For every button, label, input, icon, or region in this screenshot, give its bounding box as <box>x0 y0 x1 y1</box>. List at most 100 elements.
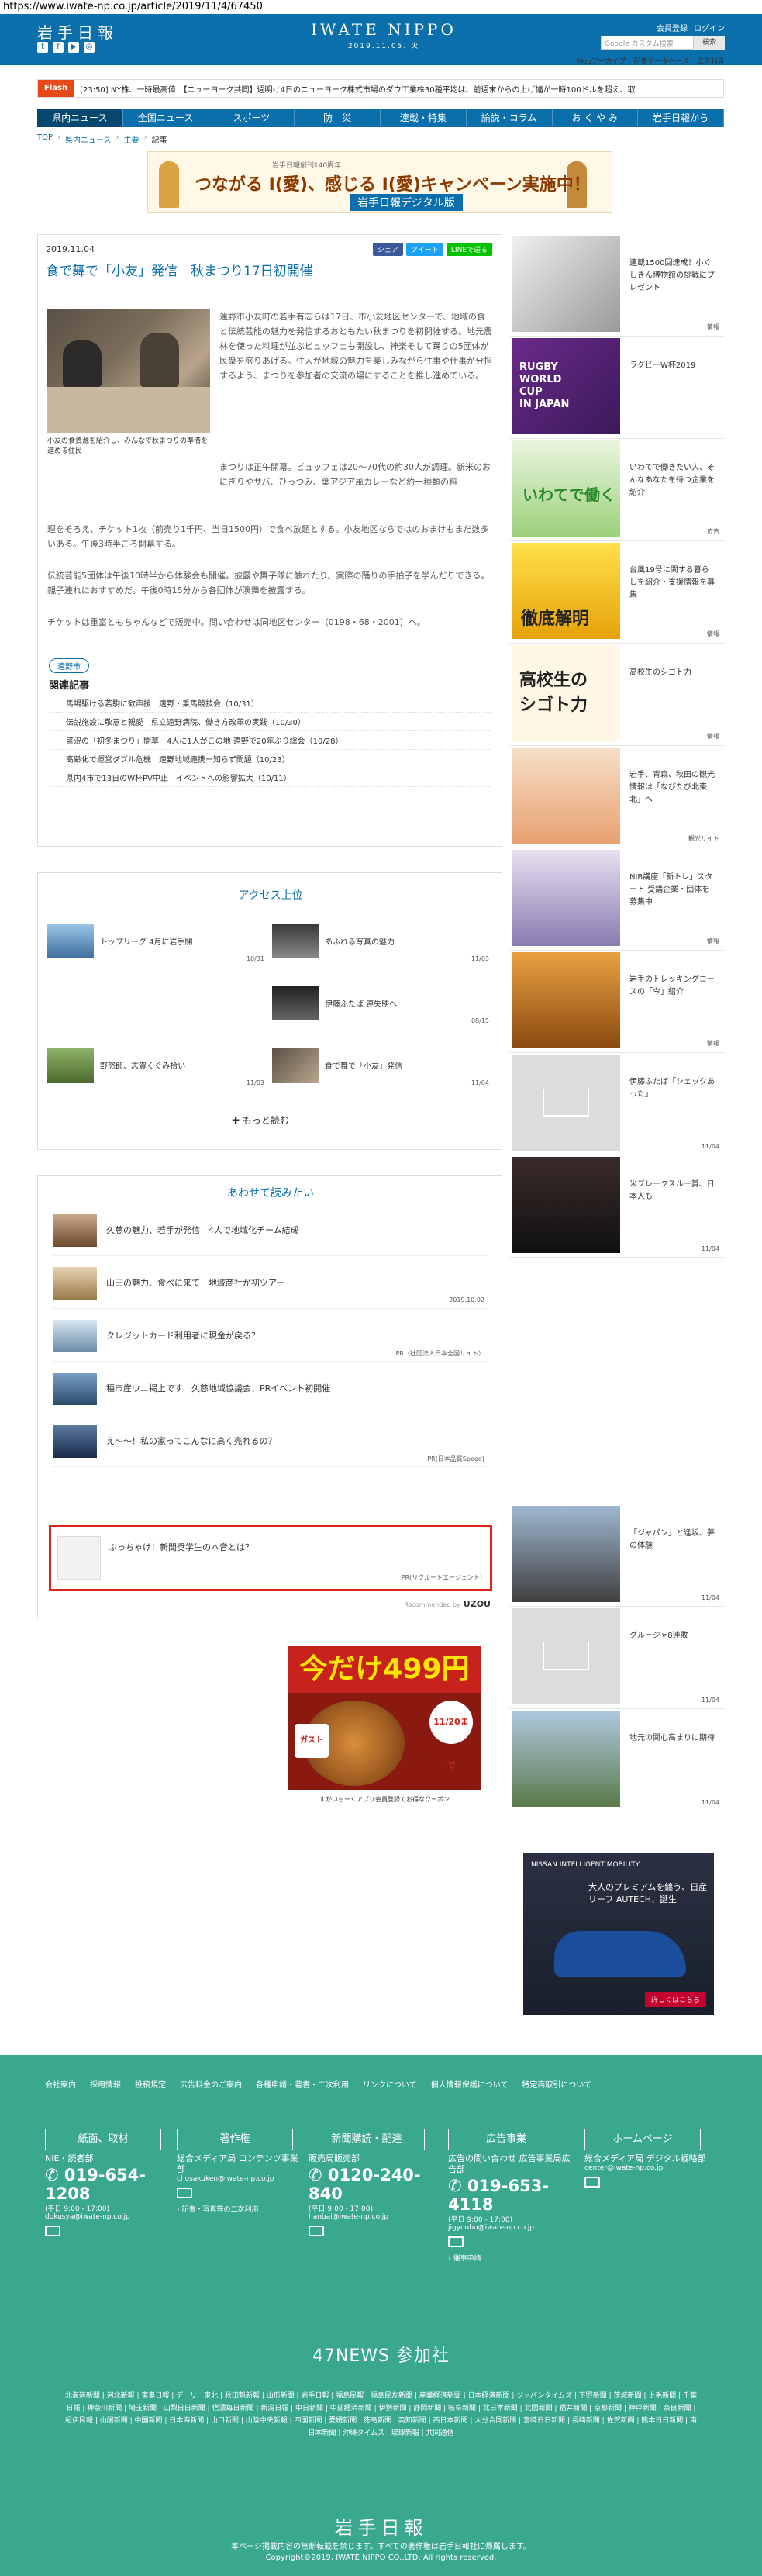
sidebar-item[interactable]: グルージャ8連敗 11/04 <box>510 1607 724 1709</box>
campaign-banner[interactable]: 岩手日報創刊140周年 つながる I(愛)、感じる I(愛)キャンペーン実施中！… <box>147 151 612 213</box>
related-item[interactable]: 馬場駆ける若駒に歓声援 遠野・乗馬競技会（10/31） <box>49 694 491 713</box>
footer-link[interactable]: 会社案内 <box>45 2078 76 2090</box>
site-logo[interactable]: 岩手日報 <box>37 20 118 43</box>
ranking-item-date: 11/03 <box>471 955 489 962</box>
mail-icon[interactable] <box>45 2226 60 2236</box>
sidebar-item-tag: 11/04 <box>701 1594 719 1601</box>
mail-icon[interactable] <box>448 2236 464 2247</box>
line-share-button[interactable]: LINEで送る <box>446 243 492 256</box>
gusto-ad[interactable]: 今だけ499円 ガスト 11/20まで すかいらーくアプリ会員登録でお得なクーポ… <box>288 1646 481 1809</box>
flash-text[interactable]: [23:50] NY株、一時最高値 【ニューヨーク共同】週明け4日のニューヨーク… <box>74 83 636 95</box>
sidebar-item[interactable]: いわてで働く いわてで働きたい人、そんなあなたを待つ企業を紹介 広告 <box>510 439 724 541</box>
mail-icon[interactable] <box>177 2188 192 2198</box>
footer-link[interactable]: 広告料金のご案内 <box>180 2078 242 2090</box>
article-photo[interactable] <box>47 309 210 433</box>
recommend-item[interactable]: 久慈の魅力、若手が発信 4人で地域化チーム結成 <box>53 1210 488 1256</box>
nissan-details-button[interactable]: 詳しくはこちら <box>644 1992 706 2007</box>
sidebar-thumb <box>512 1608 620 1704</box>
sidebar-item[interactable]: 連載1500回達成！小ぐしきん博物館の挑戦にプレゼント 情報 <box>510 234 724 337</box>
footer-email[interactable]: jigyoubu@iwate-np.co.jp <box>448 2224 572 2232</box>
crumb-top[interactable]: TOP <box>37 133 53 145</box>
sidebar-thumb: 高校生の シゴト力 <box>512 645 620 741</box>
sidebar-item[interactable]: 岩手、青森、秋田の観光情報は「なびたび北東北」へ 観光サイト <box>510 746 724 848</box>
footer-link[interactable]: 投稿規定 <box>135 2078 166 2090</box>
footer-col-label: 総合メディア局 デジタル戦略部 <box>584 2153 706 2163</box>
sidebar-item[interactable]: NIB講座「新トレ」スタート 受講企業・団体を募集中 情報 <box>510 848 724 951</box>
nissan-ad[interactable]: NISSAN INTELLIGENT MOBILITY 大人のプレミアムを纏う、… <box>523 1853 714 2015</box>
footer-email[interactable]: chosakuken@iwate-np.co.jp <box>177 2175 301 2183</box>
ranking-item[interactable]: 野怒郎、志賀くぐみ拾い 11/03 <box>47 1048 264 1095</box>
tweet-button[interactable]: ツイート <box>405 243 443 256</box>
related-item[interactable]: 県内4市で13日のW杯PV中止 イベントへの影響拡大（10/11） <box>49 768 491 787</box>
recommend-item[interactable]: え〜〜！私の家ってこんなに高く売れるの？ PR(日本品質Speed) <box>53 1421 488 1467</box>
register-link[interactable]: 会員登録 <box>657 22 688 33</box>
footer-phone[interactable]: ✆ 019-654-1208 <box>45 2166 169 2203</box>
sidebar-item[interactable]: 「ジャパン」と逢坂、夢の体験 11/04 <box>510 1504 724 1607</box>
facebook-icon[interactable]: f <box>53 42 64 53</box>
related-item[interactable]: 伝説施設に敬意と親愛 県立遠野病院、働き方改革の実践（10/30） <box>49 713 491 731</box>
twitter-icon[interactable]: t <box>37 42 48 53</box>
sidebar-item[interactable]: 米ブレークスルー賞、日本人も 11/04 <box>510 1155 724 1258</box>
ranking-item[interactable]: 食で舞で「小友」発信 11/04 <box>272 1048 489 1095</box>
nav-sports[interactable]: スポーツ <box>209 109 295 127</box>
footer-link[interactable]: 特定商取引について <box>522 2078 591 2090</box>
related-item[interactable]: 盛況の「初冬まつり」開幕 4人に1人がこの地 遠野で20年ぶり総会（10/28） <box>49 731 491 750</box>
related-item[interactable]: 高齢化で運営ダブル危機 遠野地域連携ー知らず問題（10/23） <box>49 750 491 768</box>
ranking-item[interactable]: 伊藤ふたば 連失勝へ 08/15 <box>272 986 489 1033</box>
sidebar-item[interactable]: 徹底解明 台風19号に関する暮らしを紹介・支援情報を募集 情報 <box>510 541 724 644</box>
recommend-item[interactable]: 山田の魅力、食べに来て 地域商社が初ツアー 2019.10.02 <box>53 1262 488 1309</box>
footer-link[interactable]: リンクについて <box>363 2078 417 2090</box>
footer-link[interactable]: 各種申請・著書・二次利用 <box>256 2078 349 2090</box>
footer-email[interactable]: dokusya@iwate-np.co.jp <box>45 2213 169 2221</box>
crumb-prefecture[interactable]: 県内ニュース <box>65 133 112 145</box>
login-link[interactable]: ログイン <box>694 22 725 33</box>
tag-tono[interactable]: 遠野市 <box>49 658 89 673</box>
uzou-credit[interactable]: Recommended by UZOU <box>404 1599 491 1609</box>
nav-from-nippo[interactable]: 岩手日報から <box>638 109 724 127</box>
sidebar-item[interactable]: 伊藤ふたば「シェックあった」 11/04 <box>510 1053 724 1155</box>
article-db-link[interactable]: 記事データベース <box>633 56 689 66</box>
sidebar-item[interactable]: 地元の関心高まりに期待 11/04 <box>510 1709 724 1811</box>
footer-link[interactable]: 個人情報保護について <box>431 2078 509 2090</box>
nav-columns[interactable]: 論説・コラム <box>467 109 553 127</box>
facebook-share-button[interactable]: シェア <box>372 243 403 256</box>
highlighted-recommend-item[interactable]: ぶっちゃけ！新聞奨学生の本音とは？ PR(リクルートエージェント) <box>49 1525 492 1591</box>
url-bar[interactable]: https://www.iwate-np.co.jp/article/2019/… <box>0 0 762 14</box>
footer-hours: (平日 9:00 - 17:00) <box>309 2205 373 2213</box>
footer-email[interactable]: center@iwate-np.co.jp <box>584 2164 709 2172</box>
search-input[interactable]: Google カスタム検索 <box>601 36 694 50</box>
mail-icon[interactable] <box>309 2226 324 2236</box>
more-button[interactable]: ✚ もっと読む <box>232 1114 289 1127</box>
partner-papers[interactable]: 北海道新聞 | 河北新報 | 東奥日報 | デーリー東北 | 秋田魁新報 | 山… <box>62 2390 700 2440</box>
flash-ticker[interactable]: Flash [23:50] NY株、一時最高値 【ニューヨーク共同】週明け4日の… <box>37 79 724 98</box>
crumb-main[interactable]: 主要 <box>124 133 140 145</box>
nav-prefecture-news[interactable]: 県内ニュース <box>37 109 123 127</box>
nav-features[interactable]: 連載・特集 <box>381 109 467 127</box>
recommend-item[interactable]: 種市産ウニ掲上です 久慈地域協議会、PRイベント初開催 <box>53 1368 488 1414</box>
sidebar-item[interactable]: RUGBY WORLD CUP IN JAPAN ラグビーW杯2019 <box>510 337 724 439</box>
instagram-icon[interactable]: ◎ <box>84 42 95 53</box>
ad-rate-link[interactable]: 広告料金 <box>697 56 725 66</box>
search-button[interactable]: 検索 <box>694 36 725 50</box>
footer-link[interactable]: 採用情報 <box>90 2078 121 2090</box>
mail-icon[interactable] <box>584 2177 600 2188</box>
footer-col-link[interactable]: › 記事・写真等の二次利用 <box>177 2204 301 2214</box>
youtube-icon[interactable]: ▶ <box>68 42 79 53</box>
sidebar-item[interactable]: 高校生の シゴト力 高校生のシゴト力 情報 <box>510 644 724 746</box>
footer-copyright: 本ページ掲載内容の無断転載を禁じます。すべての著作権は岩手日報社に帰属します。 … <box>0 2542 762 2564</box>
ranking-item[interactable]: トップリーグ 4月に岩手開 10/31 <box>47 924 264 971</box>
nav-national-news[interactable]: 全国ニュース <box>123 109 209 127</box>
ranking-item[interactable]: あふれる写真の魅力 11/03 <box>272 924 489 971</box>
footer-logo[interactable]: 岩手日報 <box>0 2512 762 2540</box>
footer-phone[interactable]: ✆ 019-653-4118 <box>448 2177 572 2214</box>
sidebar-item[interactable]: 岩手のトレッキングコースの「今」紹介 情報 <box>510 951 724 1053</box>
footer-phone[interactable]: ✆ 0120-240-840 <box>309 2166 433 2203</box>
nav-disaster[interactable]: 防 災 <box>295 109 381 127</box>
footer-email[interactable]: hanbai@iwate-np.co.jp <box>309 2213 433 2221</box>
center-logo[interactable]: IWATE NIPPO 2019.11.05. 火 <box>306 20 461 50</box>
footer-col-link[interactable]: › 催事申請 <box>448 2253 572 2263</box>
recommend-item[interactable]: クレジットカード利用者に現金が戻る？ PR（社団法人日本全国サイト） <box>53 1315 488 1362</box>
web-archive-link[interactable]: Webアーカイブ <box>576 56 626 66</box>
nav-obituaries[interactable]: お く や み <box>553 109 639 127</box>
share-buttons: シェア ツイート LINEで送る <box>372 243 492 256</box>
